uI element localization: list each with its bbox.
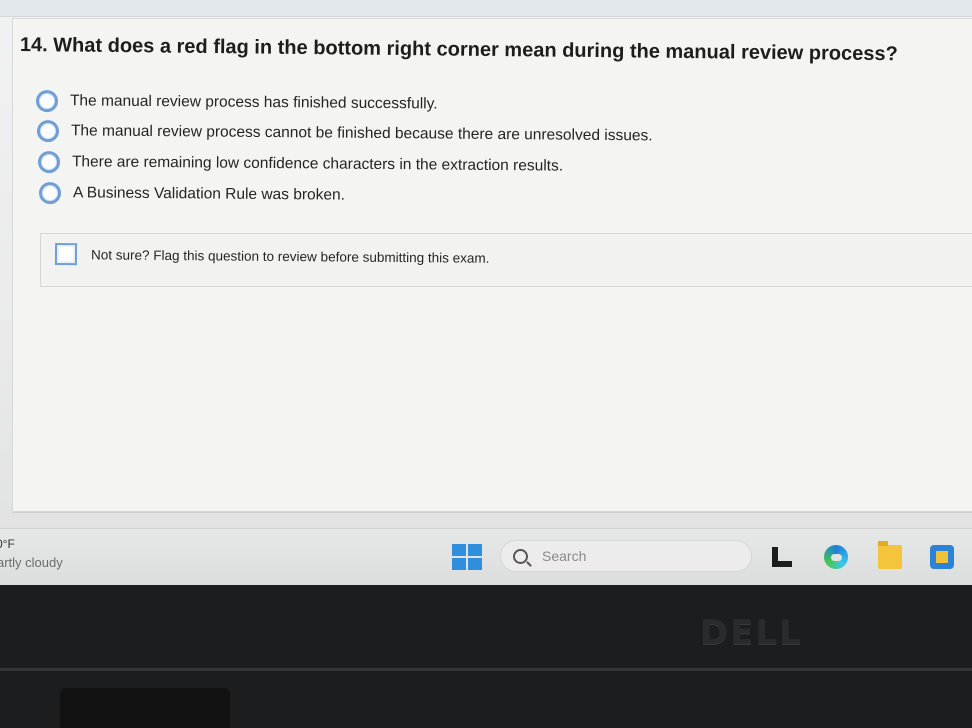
answer-option-4[interactable]: A Business Validation Rule was broken. [38,182,346,207]
browser-top-strip [0,0,972,17]
answer-label: There are remaining low confidence chara… [71,153,564,175]
radio-button[interactable] [36,120,60,143]
screen: 14. What does a red flag in the bottom r… [0,0,972,585]
radio-button[interactable] [38,182,62,205]
laptop-bezel-edge [0,668,972,671]
radio-button[interactable] [37,151,61,174]
flag-question-option[interactable]: Not sure? Flag this question to review b… [54,243,490,269]
answer-label: A Business Validation Rule was broken. [72,184,346,204]
laptop-hinge [60,688,230,728]
store-icon[interactable] [930,545,954,569]
taskbar-search-box[interactable]: Search [500,540,752,572]
flag-checkbox[interactable] [54,243,78,266]
answer-option-1[interactable]: The manual review process has finished s… [35,90,438,116]
answer-label: The manual review process has finished s… [69,92,438,113]
radio-button[interactable] [35,90,59,113]
answer-label: The manual review process cannot be fini… [70,122,653,145]
windows-start-icon[interactable] [452,544,482,570]
edge-browser-icon[interactable] [824,545,848,569]
folder-icon[interactable] [878,541,902,569]
weather-description[interactable]: artly cloudy [0,555,63,570]
weather-temperature[interactable]: 0°F [0,537,15,551]
file-explorer-icon[interactable] [770,545,794,569]
flag-label: Not sure? Flag this question to review b… [90,246,490,266]
dell-logo: DELL [700,613,803,653]
search-icon [513,548,528,564]
search-placeholder: Search [542,548,587,564]
answer-option-3[interactable]: There are remaining low confidence chara… [37,151,564,178]
